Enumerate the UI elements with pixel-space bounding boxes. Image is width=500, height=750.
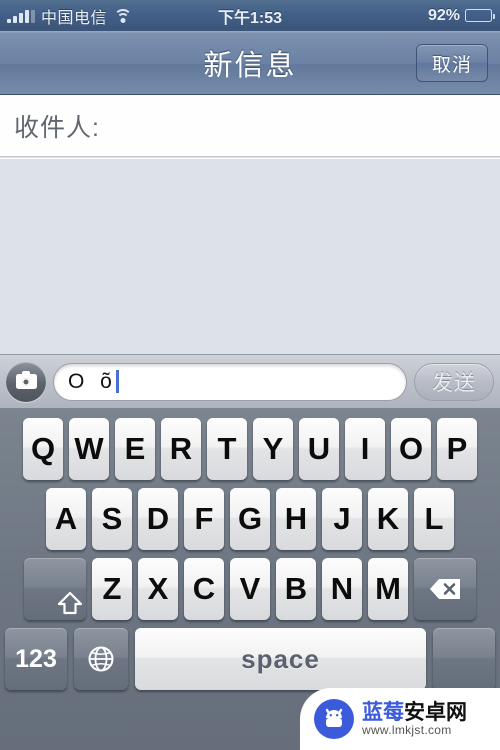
message-list-area [0,158,500,354]
recipient-field[interactable]: 收件人: [0,95,500,157]
watermark-title-part1: 蓝莓 [362,700,404,724]
space-key[interactable]: space [135,628,426,690]
key-u[interactable]: U [299,418,339,480]
key-e[interactable]: E [115,418,155,480]
key-i[interactable]: I [345,418,385,480]
key-g[interactable]: G [230,488,270,550]
key-a[interactable]: A [46,488,86,550]
camera-icon [15,371,37,389]
status-bar-time: 下午1:53 [217,9,283,27]
camera-button[interactable] [6,361,46,402]
key-k[interactable]: K [368,488,408,550]
navigation-bar: 新信息 取消 [0,31,500,95]
watermark: 蓝莓安卓网 www.lmkjst.com [300,688,500,750]
key-j[interactable]: J [322,488,362,550]
key-p[interactable]: P [437,418,477,480]
key-o[interactable]: O [391,418,431,480]
key-w[interactable]: W [69,418,109,480]
android-robot-icon [314,699,354,739]
message-text-value: O õ [68,369,117,393]
key-x[interactable]: X [138,558,178,620]
keyboard-row-4: 123 space [0,628,500,690]
battery-icon [465,9,495,22]
send-button[interactable]: 发送 [414,362,494,401]
key-y[interactable]: Y [253,418,293,480]
key-d[interactable]: D [138,488,178,550]
shift-key[interactable] [24,558,86,620]
keyboard-row-3: Z X C V B N M [0,558,500,620]
globe-icon [86,644,116,674]
status-bar: 中国电信 下午1:53 92% [0,0,500,31]
key-r[interactable]: R [161,418,201,480]
return-key[interactable] [433,628,495,690]
backspace-key[interactable] [414,558,476,620]
message-input-bar: O õ 发送 [0,354,500,408]
watermark-text: 蓝莓安卓网 www.lmkjst.com [362,700,467,737]
text-cursor [115,370,119,393]
message-text-field[interactable]: O õ [53,362,407,401]
keyboard-row-1: Q W E R T Y U I O P [0,418,500,480]
battery-percent: 92% [427,6,460,24]
key-m[interactable]: M [368,558,408,620]
watermark-url: www.lmkjst.com [362,722,452,737]
key-l[interactable]: L [414,488,454,550]
backspace-icon [428,577,462,601]
watermark-title-part2: 安卓网 [404,700,467,724]
numbers-key[interactable]: 123 [5,628,67,690]
key-n[interactable]: N [322,558,362,620]
status-bar-right: 92% [427,6,495,25]
key-h[interactable]: H [276,488,316,550]
key-v[interactable]: V [230,558,270,620]
key-q[interactable]: Q [23,418,63,480]
key-z[interactable]: Z [92,558,132,620]
phone-screen: 中国电信 下午1:53 92% 新信息 取消 收件人: O õ 发送 Q W E… [0,0,500,750]
watermark-title: 蓝莓安卓网 [362,700,467,724]
cancel-button[interactable]: 取消 [415,44,488,82]
send-button-label: 发送 [432,371,476,395]
page-title: 新信息 [203,49,297,82]
key-t[interactable]: T [207,418,247,480]
key-s[interactable]: S [92,488,132,550]
cancel-button-label: 取消 [431,54,472,76]
language-key[interactable] [74,628,128,690]
key-f[interactable]: F [184,488,224,550]
keyboard-row-2: A S D F G H J K L [0,488,500,550]
recipient-label: 收件人: [14,113,100,142]
key-c[interactable]: C [184,558,224,620]
key-b[interactable]: B [276,558,316,620]
